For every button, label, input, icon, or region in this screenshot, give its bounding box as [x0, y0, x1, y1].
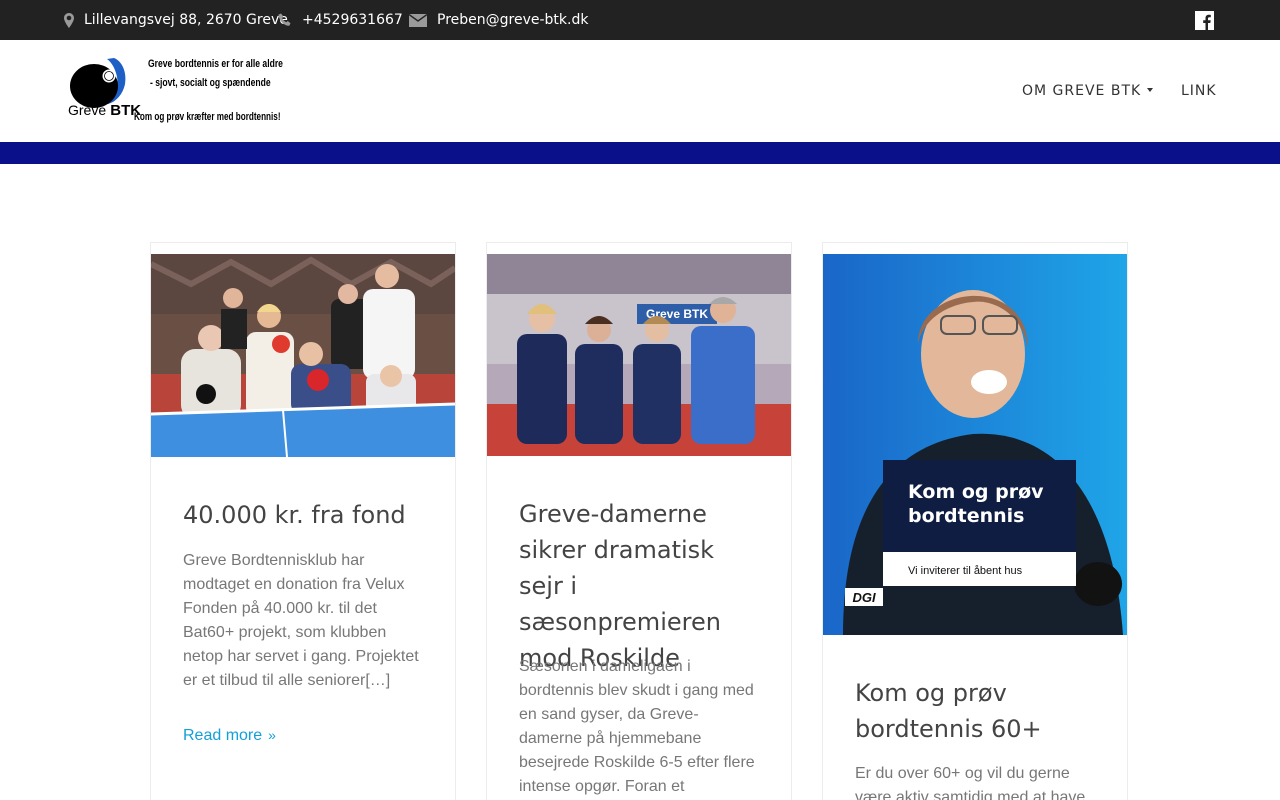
- caret-down-icon: [1147, 88, 1154, 92]
- phone-icon: [278, 13, 292, 27]
- nav-om-label[interactable]: Om Greve BTK: [1022, 83, 1141, 99]
- phone-item[interactable]: +4529631667: [278, 0, 403, 40]
- post-title[interactable]: Kom og prøv bordtennis 60+: [855, 675, 1095, 747]
- read-more-link[interactable]: Read more »: [183, 727, 276, 745]
- logo-brand-prefix: Greve: [68, 102, 107, 118]
- read-more-label[interactable]: Read more: [183, 727, 262, 744]
- post-image[interactable]: Kom og prøv bordtennis Vi inviterer til …: [823, 254, 1127, 635]
- post-image[interactable]: Greve BTK: [487, 254, 791, 456]
- logo-tagline-3: Kom og prøv kræfter med bordtennis!: [134, 111, 281, 123]
- envelope-icon: [409, 13, 427, 27]
- post-card: Kom og prøv bordtennis Vi inviterer til …: [822, 242, 1128, 800]
- logo-tagline-2: - sjovt, socialt og spændende: [150, 77, 271, 89]
- facebook-icon[interactable]: [1195, 11, 1214, 30]
- post-card: 40.000 kr. fra fond Greve Bordtennisklub…: [150, 242, 456, 800]
- email-item[interactable]: Preben@greve-btk.dk: [409, 0, 588, 40]
- poster-logo: DGI: [852, 590, 876, 605]
- site-logo[interactable]: Greve bordtennis er for alle aldre - sjo…: [64, 54, 283, 128]
- address-item: Lillevangsvej 88, 2670 Greve: [64, 0, 288, 40]
- logo-brand: Greve BTK: [68, 102, 141, 119]
- poster-subtitle: Vi inviterer til åbent hus: [908, 565, 1023, 577]
- post-title[interactable]: 40.000 kr. fra fond: [183, 497, 406, 533]
- blue-band: [0, 142, 1280, 164]
- post-excerpt: Sæsonen i dameligaen i bordtennis blev s…: [519, 658, 755, 795]
- post-excerpt: Greve Bordtennisklub har modtaget en don…: [183, 552, 419, 689]
- map-marker-icon: [64, 12, 74, 28]
- nav-link-label[interactable]: Link: [1181, 83, 1217, 99]
- site-header: Greve bordtennis er for alle aldre - sjo…: [0, 40, 1280, 142]
- address-text: Lillevangsvej 88, 2670 Greve: [84, 12, 288, 28]
- post-excerpt: Er du over 60+ og vil du gerne være akti…: [855, 765, 1086, 800]
- email-text[interactable]: Preben@greve-btk.dk: [437, 12, 588, 28]
- logo-tagline-1: Greve bordtennis er for alle aldre: [148, 58, 283, 70]
- post-title[interactable]: Greve-damerne sikrer dramatisk sejr i sæ…: [519, 496, 759, 676]
- double-chevron-right-icon: »: [268, 727, 276, 743]
- post-image[interactable]: [151, 254, 455, 457]
- nav-om-greve-btk[interactable]: Om Greve BTK: [1022, 40, 1154, 142]
- top-bar: Lillevangsvej 88, 2670 Greve +4529631667…: [0, 0, 1280, 40]
- nav-link[interactable]: Link: [1181, 40, 1217, 142]
- post-card: Greve BTK Greve-damerne sikrer dramatisk…: [486, 242, 792, 800]
- phone-text[interactable]: +4529631667: [302, 12, 403, 28]
